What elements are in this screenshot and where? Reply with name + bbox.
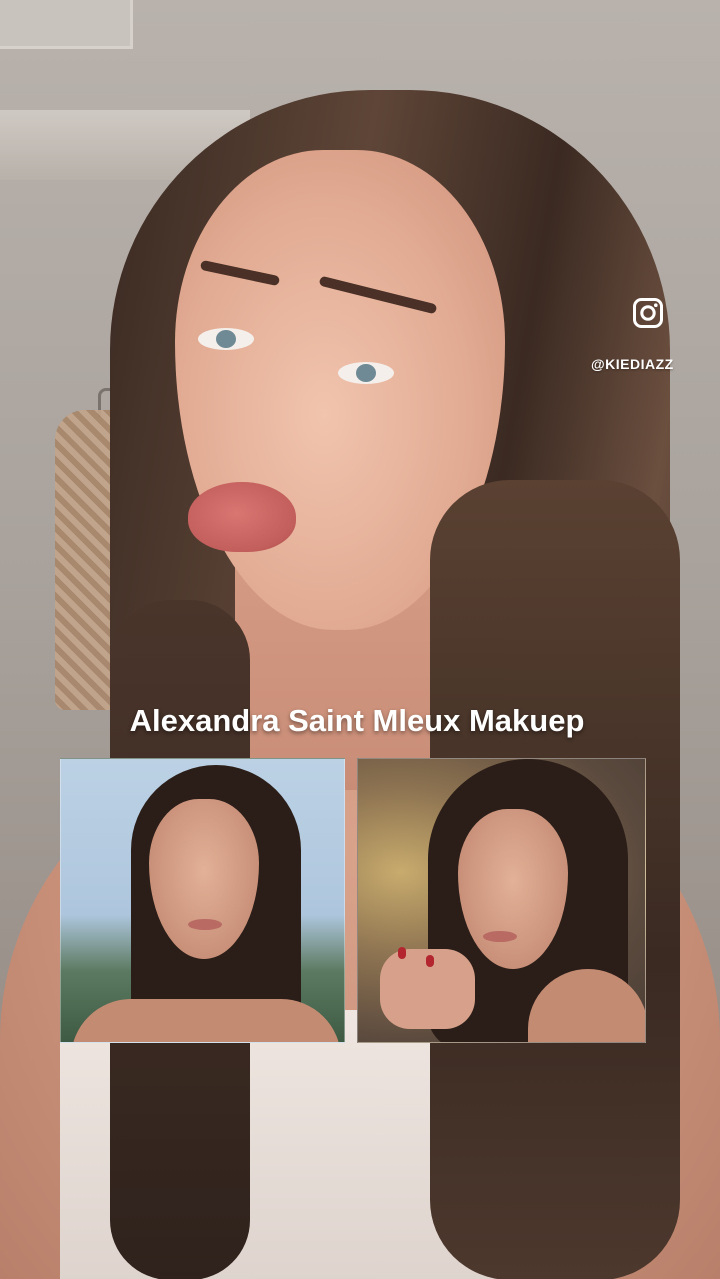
ref2-nail [426,955,434,967]
wall-frame [0,0,133,49]
creator-handle[interactable]: @KIEDIAZZ [591,356,674,372]
video-caption: Alexandra Saint Mleux Makuep [129,703,585,738]
ref2-nail [398,947,406,959]
ref2-lips [483,931,517,942]
ref1-shoulders [71,999,341,1042]
lips [188,482,296,552]
reference-photo-1 [60,758,345,1043]
left-eye [198,328,254,350]
video-frame: @KIEDIAZZ Alexandra Saint Mleux Makuep [0,0,720,1279]
right-eye [338,362,394,384]
reference-photo-2 [357,758,646,1043]
ref1-lips [188,919,222,930]
instagram-icon[interactable] [632,297,664,329]
